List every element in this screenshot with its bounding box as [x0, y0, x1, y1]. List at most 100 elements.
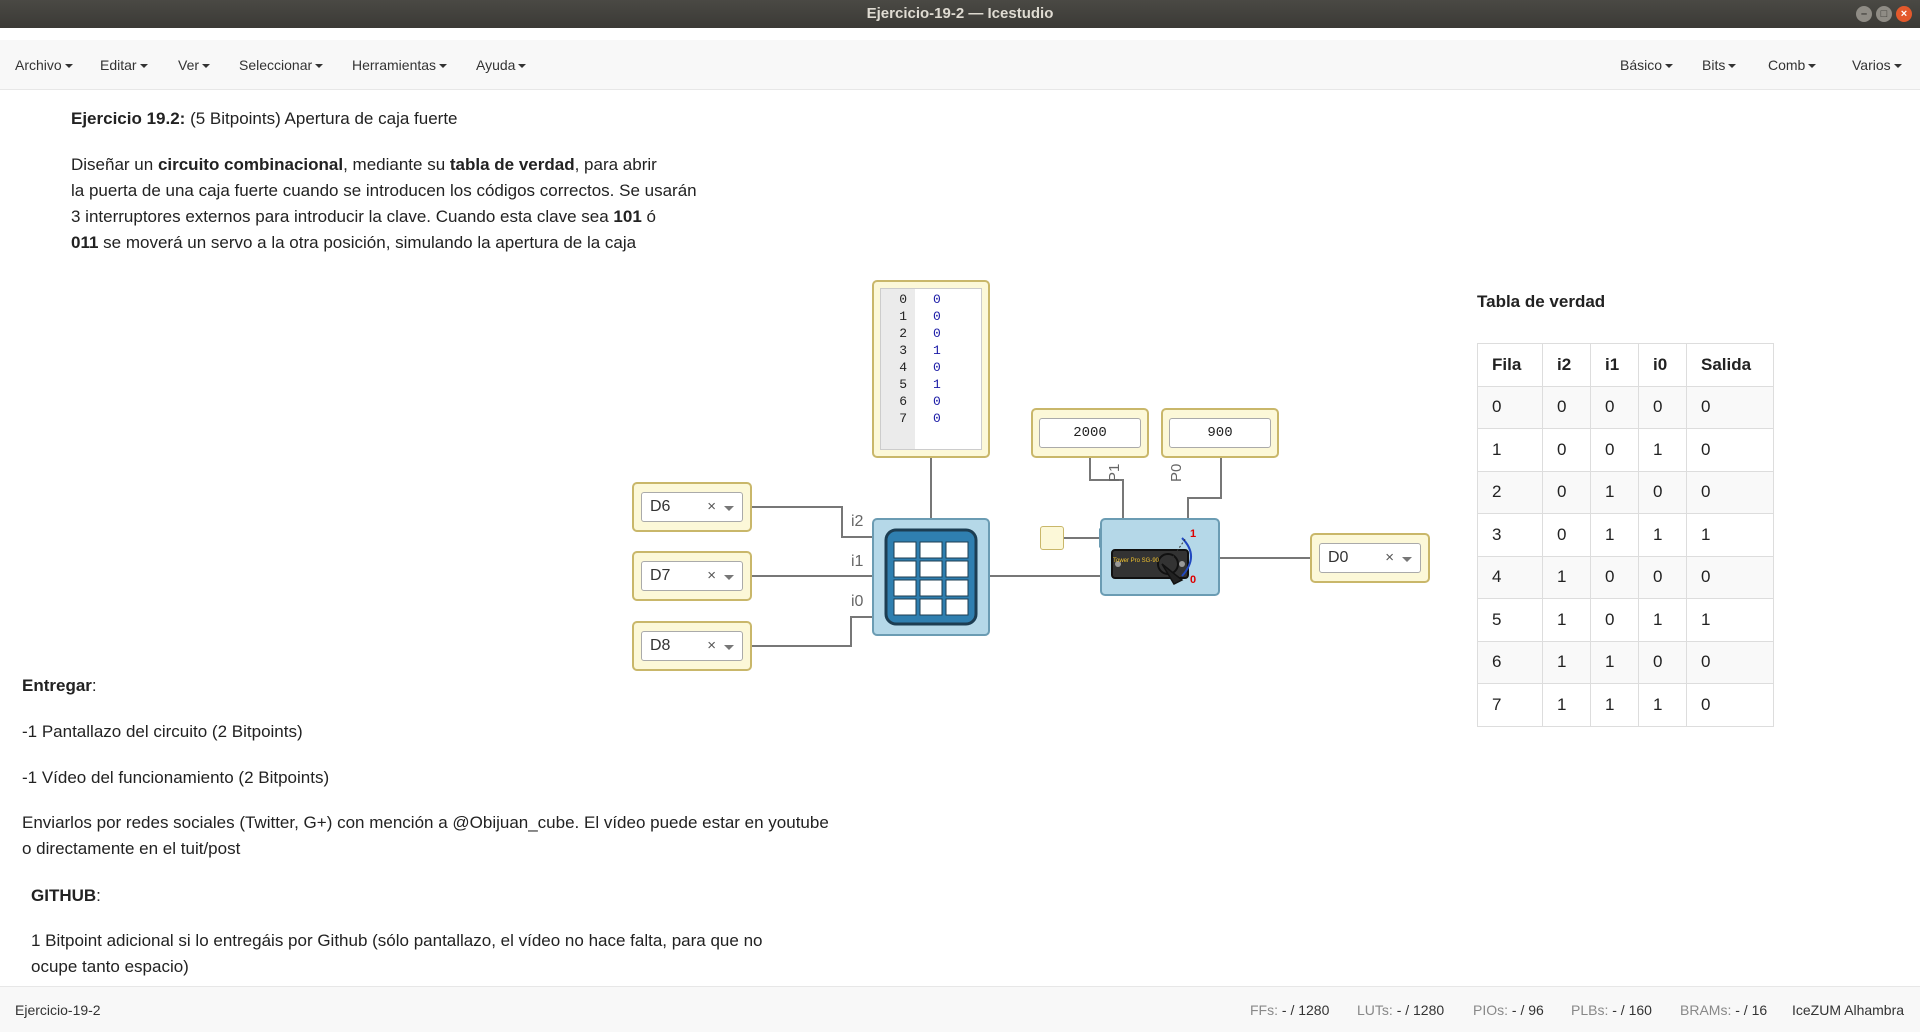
window-titlebar: Ejercicio-19-2 — Icestudio – □ ×: [0, 0, 1920, 28]
const-field-p1[interactable]: 2000: [1039, 418, 1141, 448]
truth-table-title: Tabla de verdad: [1477, 292, 1606, 311]
table-row: 71110: [1477, 683, 1774, 727]
column-header: i1: [1590, 343, 1639, 387]
table-row: 61100: [1477, 640, 1774, 684]
table-row: 10010: [1477, 428, 1774, 472]
memory-block[interactable]: 00 10 20 31 40 51 60 70: [872, 280, 990, 458]
const-block-p1[interactable]: 2000: [1031, 408, 1149, 458]
wire-p0: [1187, 458, 1222, 518]
servo-brand-label: Tower Pro SG-90: [1113, 558, 1160, 564]
table-grid-icon: [884, 528, 978, 626]
memory-row: 70: [899, 411, 941, 426]
caret-down-icon: [202, 64, 211, 69]
minimize-icon[interactable]: –: [1856, 6, 1872, 22]
menu-varios[interactable]: Varios: [1852, 40, 1902, 90]
dropdown-arrow-icon[interactable]: [724, 506, 734, 511]
wire-i0: [750, 616, 872, 647]
column-header: Fila: [1477, 343, 1543, 387]
port-label-i0: i0: [851, 593, 864, 610]
menu-comb[interactable]: Comb: [1768, 40, 1817, 90]
servo-module[interactable]: Tower Pro SG-90 1 0: [1100, 518, 1220, 596]
menu-archivo[interactable]: Archivo: [15, 40, 73, 90]
table-header-row: Fila i2 i1 i0 Salida: [1477, 343, 1774, 387]
column-header: i2: [1542, 343, 1591, 387]
dropdown-arrow-icon[interactable]: [1402, 557, 1412, 562]
port-label-i2: i2: [851, 513, 864, 530]
menu-ver[interactable]: Ver: [178, 40, 211, 90]
clock-input-block[interactable]: [1040, 526, 1064, 550]
pin-select-d6[interactable]: D6 ×: [641, 492, 743, 522]
column-header: Salida: [1686, 343, 1774, 387]
servo-icon: Tower Pro SG-90: [1111, 537, 1192, 585]
window-title: Ejercicio-19-2 — Icestudio: [866, 5, 1054, 22]
caret-down-icon: [1665, 64, 1674, 69]
servo-mark-0: 0: [1190, 574, 1197, 586]
caret-down-icon: [1808, 64, 1817, 69]
stat-pios: PIOs: - / 96: [1473, 1002, 1544, 1018]
statusbar: Ejercicio-19-2 FFs: - / 1280 LUTs: - / 1…: [0, 986, 1920, 1032]
caret-down-icon: [518, 64, 527, 69]
param-label-p0: P0: [1168, 463, 1185, 482]
input-block-d7[interactable]: D7 ×: [632, 551, 752, 601]
const-field-p0[interactable]: 900: [1169, 418, 1271, 448]
clear-icon[interactable]: ×: [707, 632, 716, 660]
input-block-d8[interactable]: D8 ×: [632, 621, 752, 671]
caret-down-icon: [439, 64, 448, 69]
board-selector[interactable]: IceZUM Alhambra: [1792, 987, 1904, 1033]
table-row: 30111: [1477, 513, 1774, 557]
table-row: 00000: [1477, 385, 1774, 429]
table-row: 41000: [1477, 555, 1774, 599]
column-header: i0: [1638, 343, 1687, 387]
table-row: 51011: [1477, 598, 1774, 642]
deliver-item-1: -1 Pantallazo del circuito (2 Bitpoints): [22, 722, 303, 741]
menu-basico[interactable]: Básico: [1620, 40, 1674, 90]
stat-luts: LUTs: - / 1280: [1357, 1002, 1445, 1018]
port-label-i1: i1: [851, 553, 864, 570]
caret-down-icon: [1728, 64, 1737, 69]
close-icon[interactable]: ×: [1896, 6, 1912, 22]
github-title: GITHUB:: [31, 886, 101, 905]
menu-ayuda[interactable]: Ayuda: [476, 40, 527, 90]
github-description: 1 Bitpoint adicional si lo entregáis por…: [31, 931, 763, 976]
truth-table-module[interactable]: [872, 518, 990, 636]
memory-editor[interactable]: 00 10 20 31 40 51 60 70: [880, 288, 982, 450]
stat-plbs: PLBs: - / 160: [1571, 1002, 1652, 1018]
caret-down-icon: [64, 64, 73, 69]
memory-row: 20: [899, 326, 941, 341]
dropdown-arrow-icon[interactable]: [724, 645, 734, 650]
memory-row: 31: [899, 343, 941, 358]
const-block-p0[interactable]: 900: [1161, 408, 1279, 458]
design-canvas[interactable]: Ejercicio 19.2: (5 Bitpoints) Apertura d…: [0, 90, 1920, 986]
memory-row: 60: [899, 394, 941, 409]
clear-icon[interactable]: ×: [707, 562, 716, 590]
pin-select-d7[interactable]: D7 ×: [641, 561, 743, 591]
clear-icon[interactable]: ×: [1385, 544, 1394, 572]
output-block-d0[interactable]: D0 ×: [1310, 533, 1430, 583]
deliver-item-2: -1 Vídeo del funcionamiento (2 Bitpoints…: [22, 768, 330, 787]
menu-herramientas[interactable]: Herramientas: [352, 40, 448, 90]
stat-brams: BRAMs: - / 16: [1680, 1002, 1768, 1018]
pin-select-d8[interactable]: D8 ×: [641, 631, 743, 661]
pin-select-d0[interactable]: D0 ×: [1319, 543, 1421, 573]
deliver-title: Entregar:: [22, 676, 97, 695]
table-row: 20100: [1477, 470, 1774, 514]
truth-table: Fila i2 i1 i0 Salida 00000 10010 20100 3…: [1477, 343, 1774, 727]
caret-down-icon: [1893, 64, 1902, 69]
clear-icon[interactable]: ×: [707, 493, 716, 521]
stat-ffs: FFs: - / 1280: [1250, 1002, 1330, 1018]
project-name: Ejercicio-19-2: [15, 1002, 101, 1018]
dropdown-arrow-icon[interactable]: [724, 575, 734, 580]
deliver-social: Enviarlos por redes sociales (Twitter, G…: [22, 813, 829, 858]
servo-mark-1: 1: [1190, 528, 1197, 540]
memory-row: 51: [899, 377, 941, 392]
caret-down-icon: [139, 64, 148, 69]
memory-row: 00: [899, 292, 941, 307]
input-block-d6[interactable]: D6 ×: [632, 482, 752, 532]
menu-seleccionar[interactable]: Seleccionar: [239, 40, 324, 90]
param-label-p1: P1: [1106, 463, 1123, 482]
menu-editar[interactable]: Editar: [100, 40, 148, 90]
maximize-icon[interactable]: □: [1876, 6, 1892, 22]
memory-row: 40: [899, 360, 941, 375]
menu-bits[interactable]: Bits: [1702, 40, 1737, 90]
caret-down-icon: [315, 64, 324, 69]
